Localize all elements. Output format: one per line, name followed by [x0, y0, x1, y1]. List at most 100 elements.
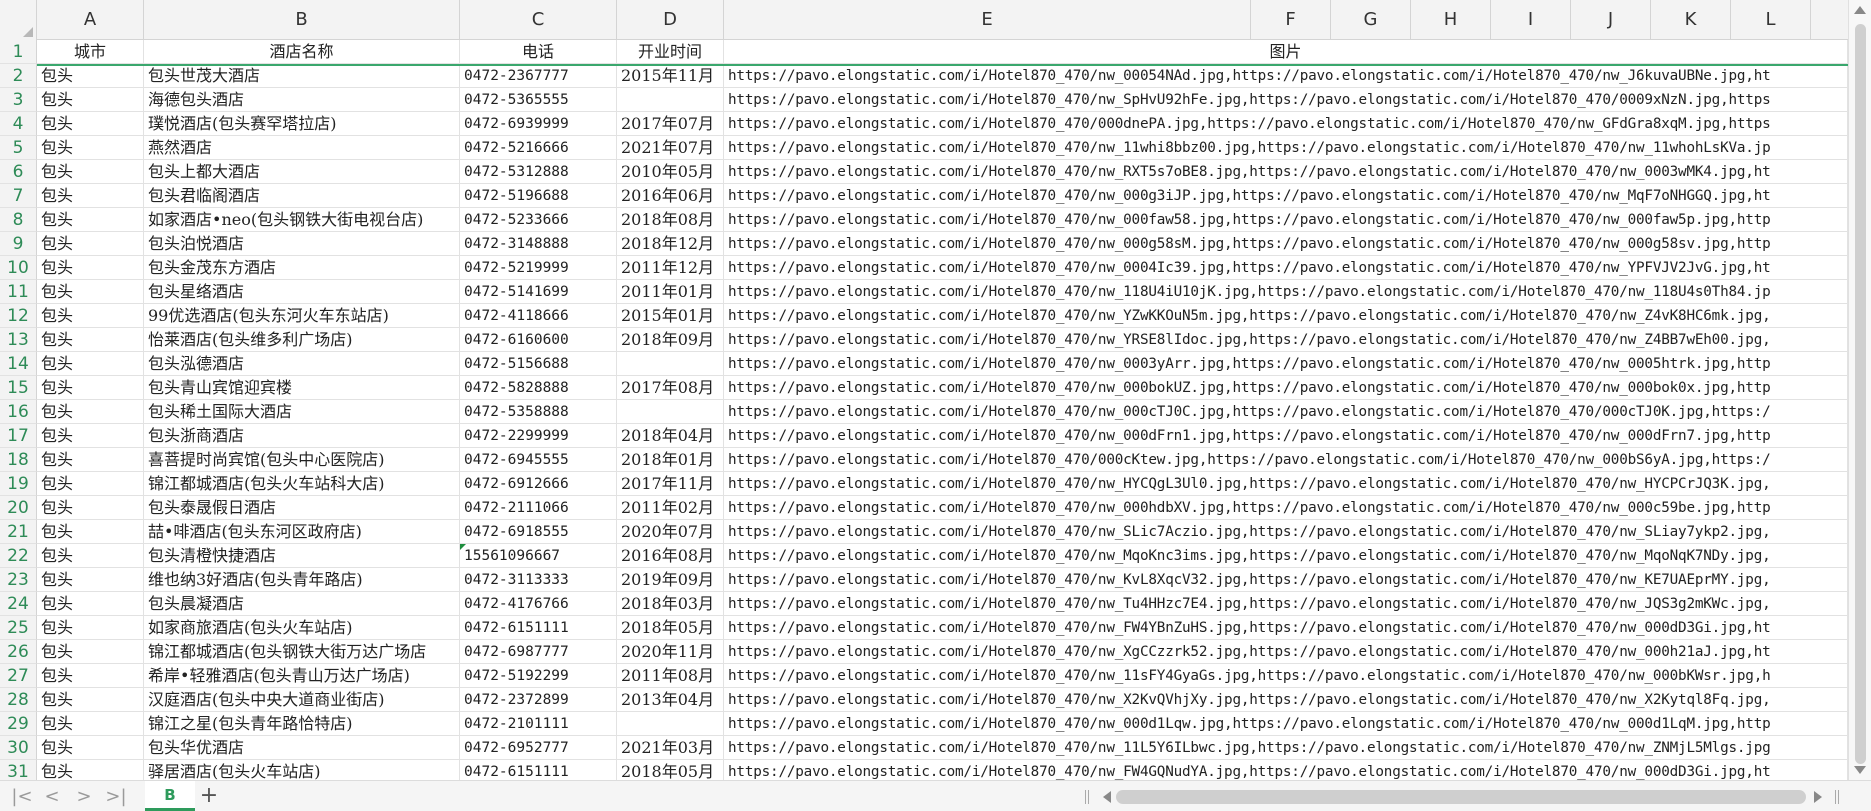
cell-d[interactable]: 2011年01月	[617, 280, 724, 304]
cell-c[interactable]: 0472-6945555	[460, 448, 617, 472]
cell-d[interactable]: 2011年02月	[617, 496, 724, 520]
cell-b[interactable]: 锦江都城酒店(包头火车站科大店)	[144, 472, 460, 496]
cell-c[interactable]: 0472-5233666	[460, 208, 617, 232]
cell-c[interactable]: 0472-2372899	[460, 688, 617, 712]
cell-d[interactable]	[617, 88, 724, 112]
cell-b[interactable]: 包头泓德酒店	[144, 352, 460, 376]
row-header[interactable]: 27	[0, 664, 37, 688]
row-header[interactable]: 26	[0, 640, 37, 664]
scroll-left-arrow-icon[interactable]	[1103, 791, 1111, 803]
cell-e[interactable]: https://pavo.elongstatic.com/i/Hotel870_…	[724, 688, 1848, 712]
horizontal-split-handle[interactable]	[1085, 790, 1089, 804]
cell-b[interactable]: 怡莱酒店(包头维多利广场店)	[144, 328, 460, 352]
cell-b[interactable]: 包头泰晟假日酒店	[144, 496, 460, 520]
cell-c[interactable]: 0472-3113333	[460, 568, 617, 592]
sheet-tab-b[interactable]: B	[145, 781, 195, 811]
cell-d[interactable]: 2010年05月	[617, 160, 724, 184]
row-header[interactable]: 23	[0, 568, 37, 592]
cell-d[interactable]	[617, 352, 724, 376]
cell-a[interactable]: 包头	[37, 160, 144, 184]
cell-e[interactable]: https://pavo.elongstatic.com/i/Hotel870_…	[724, 352, 1848, 376]
cell-b[interactable]: 包头浙商酒店	[144, 424, 460, 448]
cell-a[interactable]: 包头	[37, 424, 144, 448]
cell-d[interactable]: 2015年11月	[617, 64, 724, 88]
cell-c[interactable]: 0472-6987777	[460, 640, 617, 664]
cell-b[interactable]: 希岸•轻雅酒店(包头青山万达广场店)	[144, 664, 460, 688]
cell-e[interactable]: https://pavo.elongstatic.com/i/Hotel870_…	[724, 496, 1848, 520]
scroll-right-arrow-icon[interactable]	[1814, 791, 1822, 803]
column-header-l[interactable]: L	[1731, 0, 1811, 40]
cell-e[interactable]: https://pavo.elongstatic.com/i/Hotel870_…	[724, 64, 1848, 88]
cell-c[interactable]: 0472-4176766	[460, 592, 617, 616]
cell-b[interactable]: 包头清橙快捷酒店	[144, 544, 460, 568]
cell-d[interactable]: 2020年11月	[617, 640, 724, 664]
cell-e[interactable]: https://pavo.elongstatic.com/i/Hotel870_…	[724, 616, 1848, 640]
column-header-i[interactable]: I	[1491, 0, 1571, 40]
column-header-c[interactable]: C	[460, 0, 617, 40]
first-sheet-button[interactable]: |<	[10, 785, 34, 809]
cell-b[interactable]: 汉庭酒店(包头中央大道商业街店)	[144, 688, 460, 712]
cell-b[interactable]: 喜菩提时尚宾馆(包头中心医院店)	[144, 448, 460, 472]
cell-d[interactable]: 2011年12月	[617, 256, 724, 280]
cell-a[interactable]: 包头	[37, 496, 144, 520]
cell-c[interactable]: 0472-5156688	[460, 352, 617, 376]
prev-sheet-button[interactable]: <	[40, 785, 64, 809]
cell-c[interactable]: 0472-6151111	[460, 616, 617, 640]
cell-a[interactable]: 包头	[37, 184, 144, 208]
column-header-d[interactable]: D	[617, 0, 724, 40]
cell-e[interactable]: https://pavo.elongstatic.com/i/Hotel870_…	[724, 472, 1848, 496]
column-header-k[interactable]: K	[1651, 0, 1731, 40]
cell-b[interactable]: 包头泊悦酒店	[144, 232, 460, 256]
row-header[interactable]: 10	[0, 256, 37, 280]
cell-d[interactable]: 2018年09月	[617, 328, 724, 352]
cell-a[interactable]: 包头	[37, 256, 144, 280]
cell-a[interactable]: 包头	[37, 736, 144, 760]
cell-d[interactable]: 2016年08月	[617, 544, 724, 568]
cell-c[interactable]: 0472-5141699	[460, 280, 617, 304]
cell-e[interactable]: https://pavo.elongstatic.com/i/Hotel870_…	[724, 208, 1848, 232]
vertical-scroll-thumb[interactable]	[1855, 24, 1866, 764]
cell-c[interactable]: 0472-5828888	[460, 376, 617, 400]
cell-b[interactable]: 锦江都城酒店(包头钢铁大街万达广场店	[144, 640, 460, 664]
cell-e[interactable]: https://pavo.elongstatic.com/i/Hotel870_…	[724, 160, 1848, 184]
cell-e[interactable]: https://pavo.elongstatic.com/i/Hotel870_…	[724, 568, 1848, 592]
scroll-down-arrow-icon[interactable]	[1854, 766, 1866, 774]
column-header-g[interactable]: G	[1331, 0, 1411, 40]
cell-d[interactable]: 2018年05月	[617, 760, 724, 780]
scroll-up-arrow-icon[interactable]	[1854, 6, 1866, 14]
horizontal-scroll-track[interactable]	[1116, 790, 1806, 804]
cell-b[interactable]: 包头青山宾馆迎宾楼	[144, 376, 460, 400]
cell-c[interactable]: 0472-3148888	[460, 232, 617, 256]
row-header[interactable]: 21	[0, 520, 37, 544]
cell-e[interactable]: https://pavo.elongstatic.com/i/Hotel870_…	[724, 184, 1848, 208]
cell-c[interactable]: 0472-6939999	[460, 112, 617, 136]
cell-d[interactable]: 2021年07月	[617, 136, 724, 160]
cell-a[interactable]: 包头	[37, 64, 144, 88]
row-header[interactable]: 19	[0, 472, 37, 496]
row-header[interactable]: 6	[0, 160, 37, 184]
row-header[interactable]: 17	[0, 424, 37, 448]
cell-e[interactable]: https://pavo.elongstatic.com/i/Hotel870_…	[724, 376, 1848, 400]
cell-d[interactable]: 2016年06月	[617, 184, 724, 208]
column-header-b[interactable]: B	[144, 0, 460, 40]
cell-e[interactable]: https://pavo.elongstatic.com/i/Hotel870_…	[724, 520, 1848, 544]
cell-e[interactable]: https://pavo.elongstatic.com/i/Hotel870_…	[724, 136, 1848, 160]
row-header[interactable]: 28	[0, 688, 37, 712]
cell-d[interactable]: 2018年08月	[617, 208, 724, 232]
cell-a[interactable]: 包头	[37, 616, 144, 640]
row-header[interactable]: 18	[0, 448, 37, 472]
cell-c[interactable]: 0472-5192299	[460, 664, 617, 688]
column-header-e[interactable]: E	[724, 0, 1251, 40]
cell-b[interactable]: 燕然酒店	[144, 136, 460, 160]
cell-c[interactable]: 0472-5365555	[460, 88, 617, 112]
cell-b[interactable]: 包头世茂大酒店	[144, 64, 460, 88]
cell-a[interactable]: 包头	[37, 376, 144, 400]
cell-e[interactable]: https://pavo.elongstatic.com/i/Hotel870_…	[724, 664, 1848, 688]
column-header-f[interactable]: F	[1251, 0, 1331, 40]
cell-e[interactable]: https://pavo.elongstatic.com/i/Hotel870_…	[724, 640, 1848, 664]
cell-c[interactable]: 15561096667	[460, 544, 617, 568]
row-header[interactable]: 31	[0, 760, 37, 780]
cell-c[interactable]: 0472-5219999	[460, 256, 617, 280]
cell-c[interactable]: 0472-5312888	[460, 160, 617, 184]
cell-e[interactable]: https://pavo.elongstatic.com/i/Hotel870_…	[724, 112, 1848, 136]
